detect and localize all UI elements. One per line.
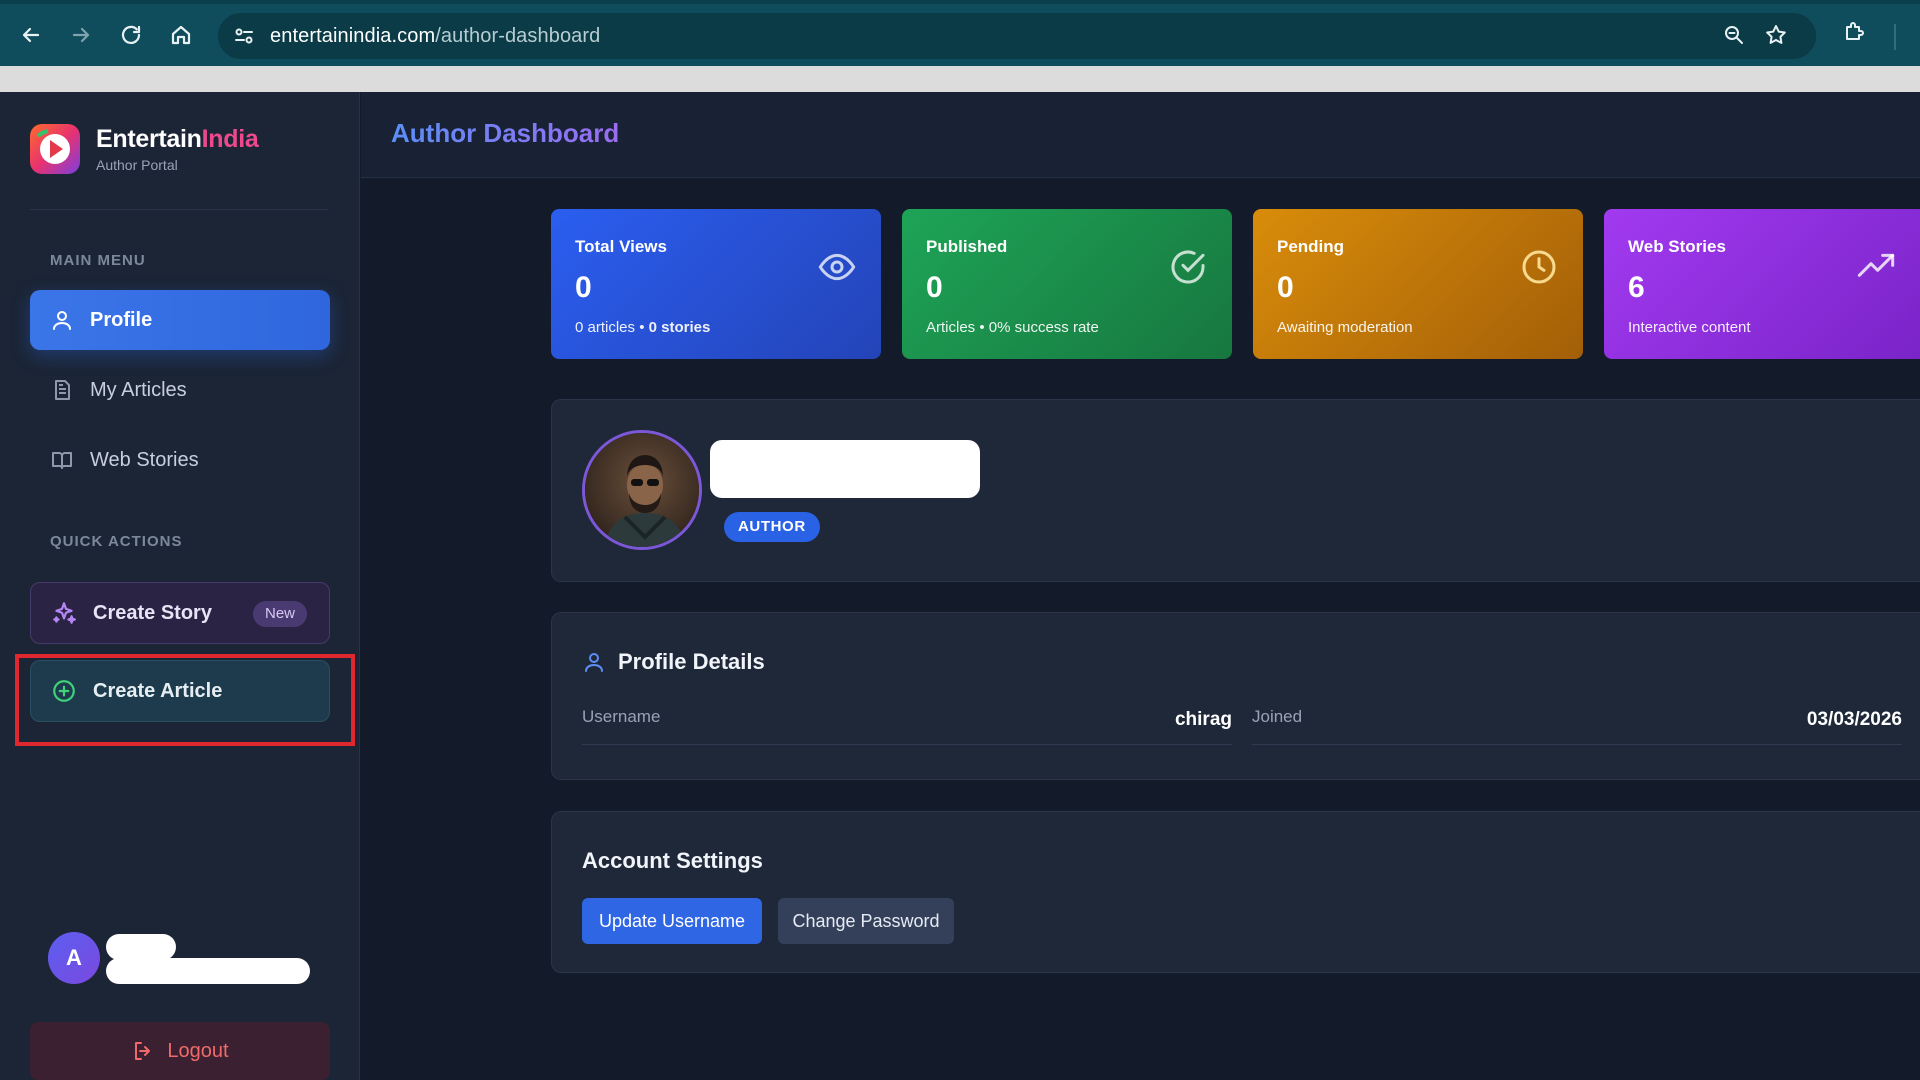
- sidebar-item-my-articles[interactable]: My Articles: [30, 360, 330, 420]
- sidebar-item-label: Web Stories: [90, 448, 199, 471]
- arrow-left-icon: [22, 27, 40, 43]
- stat-sub: Interactive content: [1628, 319, 1751, 336]
- stat-sub-bold: 0 stories: [648, 319, 711, 336]
- quick-actions-label: QUICK ACTIONS: [50, 533, 183, 550]
- sidebar: EntertainIndia Author Portal MAIN MENU P…: [0, 92, 360, 1080]
- brand[interactable]: EntertainIndia Author Portal: [30, 124, 259, 174]
- brand-name-accent: India: [201, 125, 259, 153]
- current-user[interactable]: A: [48, 932, 100, 984]
- redacted-user-name: [106, 934, 176, 960]
- url-path: /author-dashboard: [435, 25, 601, 47]
- stat-card-published: Published 0 Articles • 0% success rate: [902, 209, 1232, 359]
- detail-row-joined: Joined 03/03/2026: [1252, 701, 1902, 745]
- stat-value: 0: [926, 271, 943, 304]
- reload-button[interactable]: [114, 18, 148, 52]
- stat-sub-prefix: 0 articles •: [575, 319, 649, 336]
- address-bar[interactable]: entertainindia.com/author-dashboard: [218, 13, 1816, 59]
- profile-card: AUTHOR: [551, 399, 1920, 582]
- bookmarks-strip: [0, 66, 1920, 92]
- create-article-button[interactable]: Create Article: [30, 660, 330, 722]
- stat-card-pending: Pending 0 Awaiting moderation: [1253, 209, 1583, 359]
- forward-button[interactable]: [64, 18, 98, 52]
- logout-button[interactable]: Logout: [30, 1022, 330, 1080]
- sidebar-item-label: Profile: [90, 308, 153, 331]
- account-settings-card: Account Settings Update Username Change …: [551, 811, 1920, 973]
- role-badge: AUTHOR: [724, 512, 820, 542]
- profile-photo: [582, 430, 702, 550]
- stat-value: 0: [575, 271, 592, 304]
- page-title: Author Dashboard: [391, 118, 620, 148]
- divider: [30, 209, 328, 210]
- brand-name: EntertainIndia: [96, 125, 259, 154]
- logout-icon: [135, 1042, 151, 1060]
- profile-details-title: Profile Details: [618, 649, 765, 674]
- home-icon: [171, 25, 191, 45]
- detail-row-username: Username chirag: [582, 701, 1232, 745]
- create-story-button[interactable]: Create Story New: [30, 582, 330, 644]
- site-settings-icon[interactable]: [232, 24, 256, 48]
- eye-icon: [818, 253, 856, 281]
- header: Author Dashboard: [361, 92, 1920, 178]
- back-button[interactable]: [14, 18, 48, 52]
- change-password-button[interactable]: Change Password: [778, 898, 954, 944]
- trending-up-icon: [1857, 253, 1895, 277]
- brand-subtitle: Author Portal: [96, 157, 178, 173]
- profile-details-heading: Profile Details: [582, 649, 765, 675]
- stat-value: 0: [1277, 271, 1294, 304]
- main-content: Author Dashboard Total Views 0 0 article…: [361, 92, 1920, 1080]
- avatar: A: [48, 932, 100, 984]
- create-article-label: Create Article: [93, 679, 223, 702]
- user-icon: [53, 311, 71, 330]
- joined-label: Joined: [1252, 707, 1303, 726]
- new-badge: New: [252, 601, 307, 627]
- sidebar-item-web-stories[interactable]: Web Stories: [30, 430, 330, 490]
- stat-sub: 0 articles • 0 stories: [575, 319, 857, 336]
- bookmark-star-icon[interactable]: [1764, 23, 1788, 47]
- stat-label: Pending: [1277, 237, 1345, 256]
- main-menu-label: MAIN MENU: [50, 252, 146, 269]
- account-settings-title: Account Settings: [582, 848, 763, 873]
- sidebar-item-label: My Articles: [90, 378, 187, 401]
- create-story-label: Create Story: [93, 601, 212, 624]
- reload-icon: [121, 25, 141, 44]
- stat-sub: Articles • 0% success rate: [926, 319, 1099, 336]
- book-icon: [52, 452, 72, 469]
- brand-logo: [30, 124, 80, 174]
- joined-value: 03/03/2026: [1806, 709, 1902, 730]
- sparkles-icon: [53, 602, 76, 624]
- arrow-right-icon: [72, 27, 90, 43]
- stat-label: Total Views: [575, 237, 667, 256]
- redacted-user-email: [106, 958, 310, 984]
- extensions-icon[interactable]: [1842, 20, 1866, 44]
- stat-card-total-views: Total Views 0 0 articles • 0 stories: [551, 209, 881, 359]
- stat-sub: Awaiting moderation: [1277, 319, 1413, 336]
- clock-icon: [1522, 250, 1556, 284]
- username-label: Username: [582, 707, 661, 726]
- logout-label: Logout: [167, 1039, 229, 1062]
- url-text[interactable]: entertainindia.com/author-dashboard: [270, 25, 600, 48]
- stat-card-web-stories: Web Stories 6 Interactive content: [1604, 209, 1920, 359]
- sidebar-item-profile[interactable]: Profile: [30, 290, 330, 350]
- update-username-button[interactable]: Update Username: [582, 898, 762, 944]
- redacted-profile-name: [710, 440, 980, 498]
- brand-name-primary: Entertain: [96, 125, 202, 153]
- profile-details-card: Profile Details Username chirag Joined 0…: [551, 612, 1920, 780]
- username-value: chirag: [1174, 709, 1232, 730]
- plus-circle-icon: [53, 680, 75, 702]
- toolbar-divider: [1894, 24, 1896, 50]
- url-domain: entertainindia.com: [270, 25, 436, 47]
- document-icon: [55, 380, 70, 400]
- stat-label: Published: [926, 237, 1008, 256]
- zoom-icon[interactable]: [1722, 23, 1746, 47]
- home-button[interactable]: [164, 18, 198, 52]
- browser-toolbar: entertainindia.com/author-dashboard: [0, 0, 1920, 66]
- user-icon: [585, 653, 603, 672]
- check-circle-icon: [1171, 250, 1205, 284]
